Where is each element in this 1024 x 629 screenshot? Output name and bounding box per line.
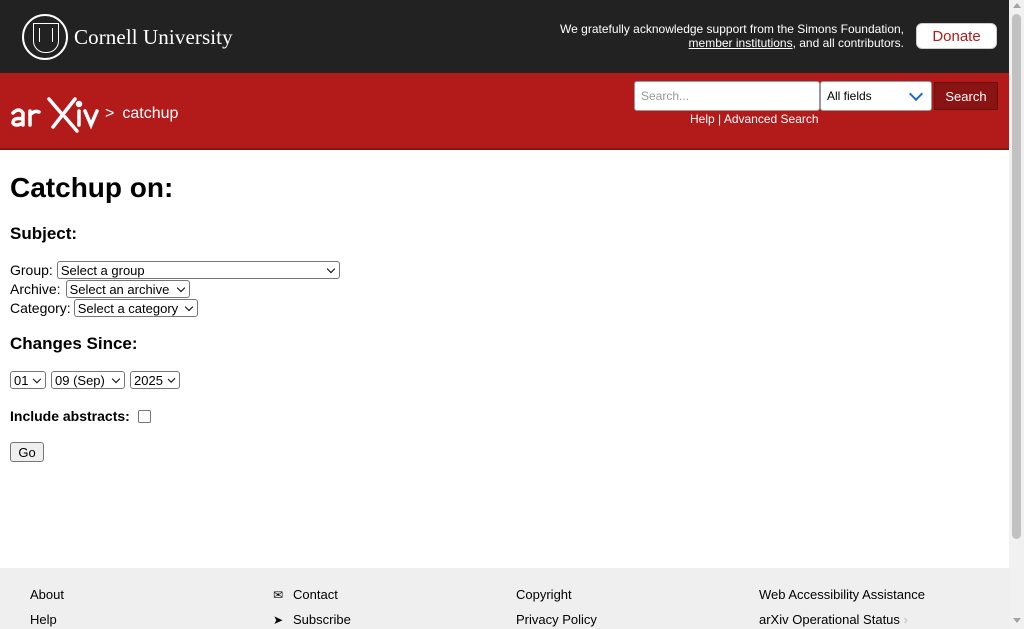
day-select-value: 01 bbox=[14, 372, 29, 388]
chevron-right-icon: › bbox=[903, 612, 908, 627]
search-field-value: All fields bbox=[827, 89, 872, 103]
include-abstracts-label: Include abstracts: bbox=[10, 408, 130, 424]
search-button[interactable]: Search bbox=[934, 82, 998, 110]
envelope-icon: ✉ bbox=[273, 588, 284, 602]
top-bar: Cornell University We gratefully acknowl… bbox=[0, 0, 1009, 73]
scroll-down-arrow-icon[interactable] bbox=[1013, 618, 1021, 623]
arxiv-logo-link[interactable] bbox=[9, 92, 101, 138]
day-select[interactable]: 01 bbox=[10, 371, 46, 389]
subject-heading: Subject: bbox=[10, 224, 78, 243]
copyright-link[interactable]: Copyright bbox=[516, 587, 572, 602]
ack-line-1: We gratefully acknowledge support from t… bbox=[560, 22, 904, 36]
footer: About Help ✉ Contact ➤ Subscribe Copyright… bbox=[0, 568, 1009, 629]
group-select[interactable]: Select a group bbox=[56, 261, 340, 279]
archive-select[interactable]: Select an archive bbox=[65, 280, 190, 298]
search-field-select[interactable]: All fields bbox=[820, 81, 932, 111]
scroll-up-arrow-icon[interactable] bbox=[1013, 3, 1021, 8]
breadcrumb-current: catchup bbox=[122, 105, 179, 122]
cornell-wordmark: Cornell University bbox=[74, 24, 233, 49]
year-select-value: 2025 bbox=[134, 372, 163, 388]
privacy-policy-link[interactable]: Privacy Policy bbox=[516, 612, 597, 627]
footer-help-link[interactable]: Help bbox=[30, 612, 57, 627]
footer-col-2: ✉ Contact ➤ Subscribe bbox=[273, 582, 351, 629]
footer-col-3: Copyright Privacy Policy bbox=[516, 582, 597, 629]
month-select[interactable]: 09 (Sep) bbox=[51, 371, 125, 389]
category-select[interactable]: Select a category bbox=[73, 299, 198, 317]
advanced-search-link[interactable]: Advanced Search bbox=[724, 112, 819, 126]
operational-status-label: arXiv Operational Status bbox=[759, 612, 900, 627]
about-link[interactable]: About bbox=[30, 587, 64, 602]
chevron-down-icon bbox=[908, 86, 924, 101]
chevron-down-icon bbox=[326, 264, 336, 273]
chevron-down-icon bbox=[176, 283, 185, 292]
category-label: Category: bbox=[10, 300, 71, 316]
chevron-down-icon bbox=[111, 374, 121, 383]
contact-link[interactable]: Contact bbox=[293, 587, 338, 602]
acknowledgement: We gratefully acknowledge support from t… bbox=[560, 22, 904, 50]
breadcrumb-separator: > bbox=[105, 105, 115, 122]
paper-plane-icon: ➤ bbox=[273, 613, 284, 627]
subscribe-link[interactable]: Subscribe bbox=[293, 612, 351, 627]
breadcrumb: > catchup bbox=[105, 105, 178, 123]
chevron-down-icon bbox=[33, 374, 42, 383]
arxiv-logo-icon bbox=[11, 97, 99, 133]
help-separator: | bbox=[718, 112, 722, 126]
group-select-value: Select a group bbox=[60, 262, 145, 278]
search-help-links: Help | Advanced Search bbox=[690, 112, 819, 126]
chevron-down-icon bbox=[184, 302, 193, 311]
ack-line-2: , and all contributors. bbox=[792, 36, 904, 50]
footer-col-1: About Help bbox=[30, 582, 64, 629]
changes-since-heading: Changes Since: bbox=[10, 334, 138, 353]
archive-label: Archive: bbox=[10, 281, 61, 297]
operational-status-link[interactable]: arXiv Operational Status › bbox=[759, 612, 908, 627]
page-title: Catchup on: bbox=[10, 172, 174, 203]
help-link[interactable]: Help bbox=[690, 112, 715, 126]
site-header: > catchup Search... All fields Search Hel… bbox=[0, 73, 1009, 150]
cornell-logo-link[interactable]: Cornell University bbox=[22, 13, 233, 61]
search-input[interactable]: Search... bbox=[634, 81, 820, 111]
chevron-down-icon bbox=[167, 374, 176, 383]
footer-col-4: Web Accessibility Assistance arXiv Opera… bbox=[759, 582, 925, 629]
year-select[interactable]: 2025 bbox=[130, 371, 180, 389]
include-abstracts-checkbox[interactable] bbox=[137, 409, 151, 423]
month-select-value: 09 (Sep) bbox=[55, 372, 105, 388]
scrollbar-thumb[interactable] bbox=[1012, 14, 1021, 539]
archive-select-value: Select an archive bbox=[69, 281, 170, 297]
cornell-seal-icon bbox=[22, 14, 68, 60]
member-institutions-link[interactable]: member institutions bbox=[689, 36, 793, 50]
donate-button[interactable]: Donate bbox=[916, 23, 997, 49]
category-select-value: Select a category bbox=[77, 300, 179, 316]
group-label: Group: bbox=[10, 262, 53, 278]
web-accessibility-link[interactable]: Web Accessibility Assistance bbox=[759, 587, 925, 602]
go-button[interactable]: Go bbox=[10, 442, 44, 462]
